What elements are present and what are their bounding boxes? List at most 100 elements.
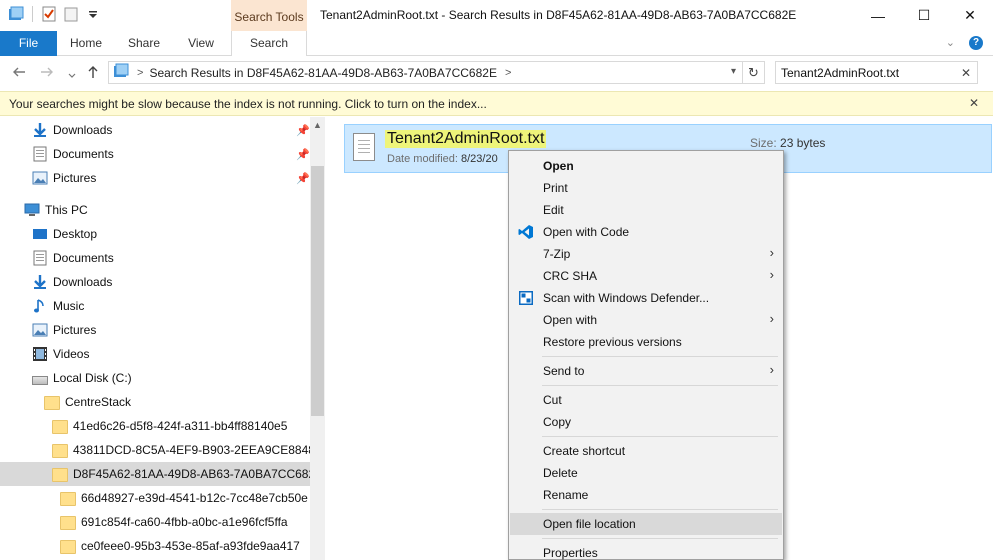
result-date-modified: Date modified: 8/23/20 [387,153,498,165]
menu-item-scan-defender[interactable]: Scan with Windows Defender... [510,287,782,309]
menu-item-cut[interactable]: Cut [510,389,782,411]
explorer-window-icon [8,6,24,22]
menu-item-open-with[interactable]: Open with › [510,309,782,331]
nav-item-this-pc[interactable]: This PC [0,198,310,222]
nav-item-label: Pictures [53,171,97,185]
document-icon [32,146,48,162]
scroll-up-icon[interactable]: ▲ [313,120,322,130]
close-button[interactable]: ✕ [947,0,993,31]
nav-item-label: 41ed6c26-d5f8-424f-a311-bb4ff88140e5 [73,419,288,433]
pc-icon [24,202,40,218]
nav-item-desktop[interactable]: Desktop [0,222,310,246]
nav-item-downloads[interactable]: Downloads [0,270,310,294]
menu-item-copy[interactable]: Copy [510,411,782,433]
pictures-icon [32,170,48,186]
nav-item-label: Videos [53,347,90,361]
properties-icon[interactable] [41,6,57,22]
tab-share[interactable]: Share [115,31,173,56]
menu-item-edit[interactable]: Edit [510,199,782,221]
pin-icon[interactable]: 📌 [296,172,310,185]
nav-item-folder-selected[interactable]: D8F45A62-81AA-49D8-AB63-7A0BA7CC682E [0,462,323,486]
tab-view[interactable]: View [173,31,229,56]
tab-file[interactable]: File [0,31,57,56]
result-file-name[interactable]: Tenant2AdminRoot.txt [385,130,547,148]
info-bar-message[interactable]: Your searches might be slow because the … [9,97,487,111]
nav-pane-scrollbar[interactable]: ▲ [310,117,325,560]
submenu-chevron-icon: › [769,267,774,282]
menu-item-send-to[interactable]: Send to › [510,360,782,382]
forward-arrow-icon[interactable] [40,65,54,82]
menu-item-open-file-location[interactable]: Open file location [510,513,782,535]
back-arrow-icon[interactable] [12,65,26,82]
explorer-window: Search Tools Tenant2AdminRoot.txt - Sear… [0,0,993,560]
pin-icon[interactable]: 📌 [296,124,310,137]
search-box[interactable]: ✕ [775,61,978,84]
folder-icon [60,491,76,506]
customize-qat-icon[interactable] [85,6,101,22]
window-controls: — ☐ ✕ [855,0,993,31]
pin-icon[interactable]: 📌 [296,148,310,161]
menu-separator [542,509,778,510]
music-icon [32,298,48,314]
menu-separator [542,538,778,539]
menu-item-rename[interactable]: Rename [510,484,782,506]
result-size: Size: 23 bytes [750,136,826,150]
nav-item-centrestack[interactable]: CentreStack [0,390,310,414]
nav-item-documents[interactable]: Documents [0,246,310,270]
info-bar-close-icon[interactable]: ✕ [969,96,979,110]
defender-icon [518,290,534,306]
index-info-bar[interactable]: Your searches might be slow because the … [0,91,993,116]
up-arrow-icon[interactable] [86,65,100,82]
nav-item-label: Local Disk (C:) [53,371,132,385]
menu-item-open-with-code[interactable]: Open with Code [510,221,782,243]
nav-item-folder[interactable]: 691c854f-ca60-4fbb-a0bc-a1e96fcf5ffa [0,510,310,534]
refresh-icon[interactable]: ↻ [742,62,764,83]
menu-item-open[interactable]: Open [510,155,782,177]
clear-search-icon[interactable]: ✕ [961,66,971,80]
nav-item-pictures[interactable]: Pictures [0,318,310,342]
nav-item-documents-pinned[interactable]: Documents 📌 [0,142,310,166]
submenu-chevron-icon: › [769,362,774,377]
breadcrumb-separator[interactable]: > [137,67,143,79]
nav-item-folder[interactable]: 41ed6c26-d5f8-424f-a311-bb4ff88140e5 [0,414,310,438]
nav-item-downloads-pinned[interactable]: Downloads 📌 [0,118,310,142]
drive-icon [32,375,48,385]
address-bar[interactable]: > Search Results in D8F45A62-81AA-49D8-A… [108,61,765,84]
recent-locations-chevron-icon[interactable] [67,68,77,84]
search-results-icon [113,63,129,82]
nav-item-label: 66d48927-e39d-4541-b12c-7cc48e7cb50e [81,491,308,505]
nav-item-videos[interactable]: Videos [0,342,310,366]
menu-item-restore-previous-versions[interactable]: Restore previous versions [510,331,782,353]
address-dropdown-icon[interactable]: ▾ [731,66,736,77]
nav-item-music[interactable]: Music [0,294,310,318]
minimize-button[interactable]: — [855,0,901,31]
search-input[interactable] [781,65,951,80]
menu-item-delete[interactable]: Delete [510,462,782,484]
nav-item-label: Documents [53,147,114,161]
nav-item-label: CentreStack [65,395,132,409]
tab-search[interactable]: Search [231,31,307,56]
folder-icon [60,515,76,530]
new-folder-icon[interactable] [63,6,79,22]
menu-item-properties[interactable]: Properties [510,542,782,560]
menu-item-7-zip[interactable]: 7-Zip › [510,243,782,265]
breadcrumb-separator-end[interactable]: > [505,67,511,79]
menu-item-crc-sha[interactable]: CRC SHA › [510,265,782,287]
menu-item-create-shortcut[interactable]: Create shortcut [510,440,782,462]
folder-icon [60,539,76,554]
tab-home[interactable]: Home [57,31,115,56]
breadcrumb[interactable]: Search Results in D8F45A62-81AA-49D8-AB6… [149,66,497,80]
expand-ribbon-icon[interactable]: ⌄ [946,36,955,50]
nav-item-local-disk[interactable]: Local Disk (C:) [0,366,310,390]
menu-separator [542,356,778,357]
nav-item-folder[interactable]: 43811DCD-8C5A-4EF9-B903-2EEA9CE88487 [0,438,322,462]
nav-item-folder[interactable]: ce0feee0-95b3-453e-85af-a93fde9aa417 [0,534,310,558]
nav-item-label: Downloads [53,123,113,137]
nav-item-pictures-pinned[interactable]: Pictures 📌 [0,166,310,190]
nav-item-folder[interactable]: 66d48927-e39d-4541-b12c-7cc48e7cb50e [0,486,310,510]
help-icon[interactable]: ? [969,36,983,50]
scrollbar-thumb[interactable] [311,166,324,416]
window-title: Tenant2AdminRoot.txt - Search Results in… [320,8,797,22]
menu-item-print[interactable]: Print [510,177,782,199]
maximize-button[interactable]: ☐ [901,0,947,31]
